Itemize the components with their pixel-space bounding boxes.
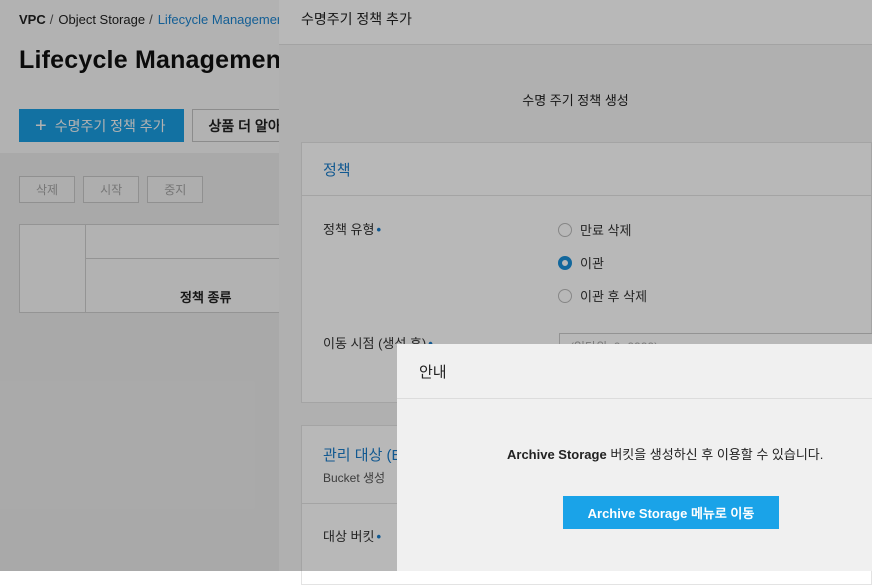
modal-message-product: Archive Storage bbox=[507, 447, 607, 462]
notice-modal: 안내 Archive Storage 버킷을 생성하신 후 이용할 수 있습니다… bbox=[397, 344, 872, 571]
modal-message: Archive Storage 버킷을 생성하신 후 이용할 수 있습니다. bbox=[507, 444, 823, 463]
modal-title: 안내 bbox=[397, 344, 872, 399]
go-archive-storage-button[interactable]: Archive Storage 메뉴로 이동 bbox=[563, 496, 779, 529]
modal-message-text: 버킷을 생성하신 후 이용할 수 있습니다. bbox=[606, 447, 824, 462]
modal-button-product: Archive Storage bbox=[587, 506, 688, 521]
modal-button-text: 메뉴로 이동 bbox=[687, 506, 755, 521]
